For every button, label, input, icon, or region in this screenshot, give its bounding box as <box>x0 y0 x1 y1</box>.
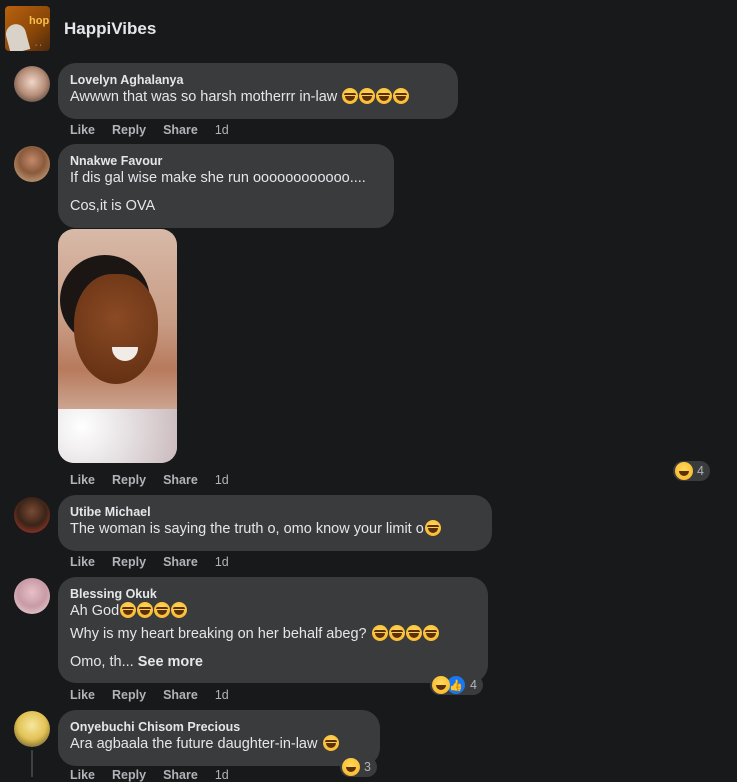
comment-attached-image[interactable] <box>58 229 177 463</box>
laugh-emoji-icon <box>171 602 188 618</box>
comment-actions: Like Reply Share 1d <box>70 768 246 782</box>
avatar[interactable] <box>14 578 50 614</box>
comment-time[interactable]: 1d <box>215 473 229 487</box>
share-button[interactable]: Share <box>163 123 198 137</box>
laugh-emoji-icon <box>424 520 441 536</box>
reaction-summary[interactable]: 3 <box>340 757 377 777</box>
comment-text-line: Omo, th... See more <box>70 653 476 672</box>
comment-text: The woman is saying the truth o, omo kno… <box>70 520 480 539</box>
comment-author[interactable]: Onyebuchi Chisom Precious <box>70 719 368 735</box>
comment-text-body: Ah God <box>70 603 120 619</box>
reply-button[interactable]: Reply <box>112 123 146 137</box>
logo-text: hop <box>29 15 50 27</box>
image-face <box>74 274 158 384</box>
comment-author[interactable]: Blessing Okuk <box>70 586 476 602</box>
comment-author[interactable]: Utibe Michael <box>70 504 480 520</box>
reaction-count: 4 <box>697 464 704 478</box>
comment-text-body: Why is my heart breaking on her behalf a… <box>70 626 367 642</box>
comment-text-body: Omo, th... <box>70 654 134 670</box>
thread-line <box>31 750 33 777</box>
share-button[interactable]: Share <box>163 688 198 702</box>
comment-text-body: The woman is saying the truth o, omo kno… <box>70 521 424 537</box>
comment-text-line: If dis gal wise make she run ooooooooooo… <box>70 170 366 186</box>
comment-text-line: Ah God <box>70 602 476 621</box>
comment-bubble: Lovelyn Aghalanya Awwwn that was so hars… <box>58 63 458 119</box>
comment-text: Awwwn that was so harsh motherrr in-law <box>70 88 446 107</box>
laugh-emoji-icon <box>342 88 359 104</box>
haha-reaction-icon <box>432 676 450 694</box>
comment-actions: Like Reply Share 1d <box>70 688 246 702</box>
haha-reaction-icon <box>342 758 360 776</box>
laugh-emoji-icon <box>120 602 137 618</box>
logo-dots: · · <box>35 42 42 49</box>
comment-time[interactable]: 1d <box>215 688 229 702</box>
laugh-emoji-icon <box>422 625 439 641</box>
like-button[interactable]: Like <box>70 768 95 782</box>
comment-text-body: Ara agbaala the future daughter-in-law <box>70 736 318 752</box>
see-more-link[interactable]: See more <box>138 654 203 670</box>
like-button[interactable]: Like <box>70 473 95 487</box>
logo-figure <box>5 21 31 51</box>
page-logo[interactable]: hop · · <box>5 6 50 51</box>
avatar[interactable] <box>14 146 50 182</box>
reaction-count: 4 <box>470 678 477 692</box>
laugh-emoji-icon <box>137 602 154 618</box>
comment-time[interactable]: 1d <box>215 555 229 569</box>
comment-bubble: Nnakwe Favour If dis gal wise make she r… <box>58 144 394 228</box>
laugh-emoji-icon <box>371 625 388 641</box>
comment-text-body: Awwwn that was so harsh motherrr in-law <box>70 89 338 105</box>
comment-time[interactable]: 1d <box>215 123 229 137</box>
avatar[interactable] <box>14 497 50 533</box>
laugh-emoji-icon <box>388 625 405 641</box>
share-button[interactable]: Share <box>163 768 198 782</box>
laugh-emoji-icon <box>405 625 422 641</box>
reaction-summary[interactable]: 👍 4 <box>430 675 483 695</box>
comment-text-line: Cos,it is OVA <box>70 198 156 214</box>
comment-time[interactable]: 1d <box>215 768 229 782</box>
like-button[interactable]: Like <box>70 555 95 569</box>
comment-text-line: Why is my heart breaking on her behalf a… <box>70 625 476 644</box>
reaction-count: 3 <box>364 760 371 774</box>
comment-bubble: Blessing Okuk Ah God Why is my heart bre… <box>58 577 488 683</box>
like-button[interactable]: Like <box>70 688 95 702</box>
comment-actions: Like Reply Share 1d <box>70 123 246 137</box>
share-button[interactable]: Share <box>163 555 198 569</box>
comment-bubble: Utibe Michael The woman is saying the tr… <box>58 495 492 551</box>
like-button[interactable]: Like <box>70 123 95 137</box>
page-header: hop · · HappiVibes <box>0 0 737 58</box>
reply-button[interactable]: Reply <box>112 688 146 702</box>
laugh-emoji-icon <box>154 602 171 618</box>
haha-reaction-icon <box>675 462 693 480</box>
laugh-emoji-icon <box>393 88 410 104</box>
avatar[interactable] <box>14 66 50 102</box>
laugh-emoji-icon <box>359 88 376 104</box>
avatar[interactable] <box>14 711 50 747</box>
comment-author[interactable]: Nnakwe Favour <box>70 153 382 169</box>
comment-actions: Like Reply Share 1d <box>70 473 246 487</box>
comment-bubble: Onyebuchi Chisom Precious Ara agbaala th… <box>58 710 380 766</box>
share-button[interactable]: Share <box>163 473 198 487</box>
comment-text: Ara agbaala the future daughter-in-law <box>70 735 368 754</box>
comment-actions: Like Reply Share 1d <box>70 555 246 569</box>
laugh-emoji-icon <box>376 88 393 104</box>
reaction-summary[interactable]: 4 <box>673 461 710 481</box>
reply-button[interactable]: Reply <box>112 555 146 569</box>
page-name[interactable]: HappiVibes <box>64 19 156 39</box>
laugh-emoji-icon <box>322 735 339 751</box>
image-bubbles <box>58 409 177 463</box>
reply-button[interactable]: Reply <box>112 473 146 487</box>
comment-author[interactable]: Lovelyn Aghalanya <box>70 72 446 88</box>
reply-button[interactable]: Reply <box>112 768 146 782</box>
